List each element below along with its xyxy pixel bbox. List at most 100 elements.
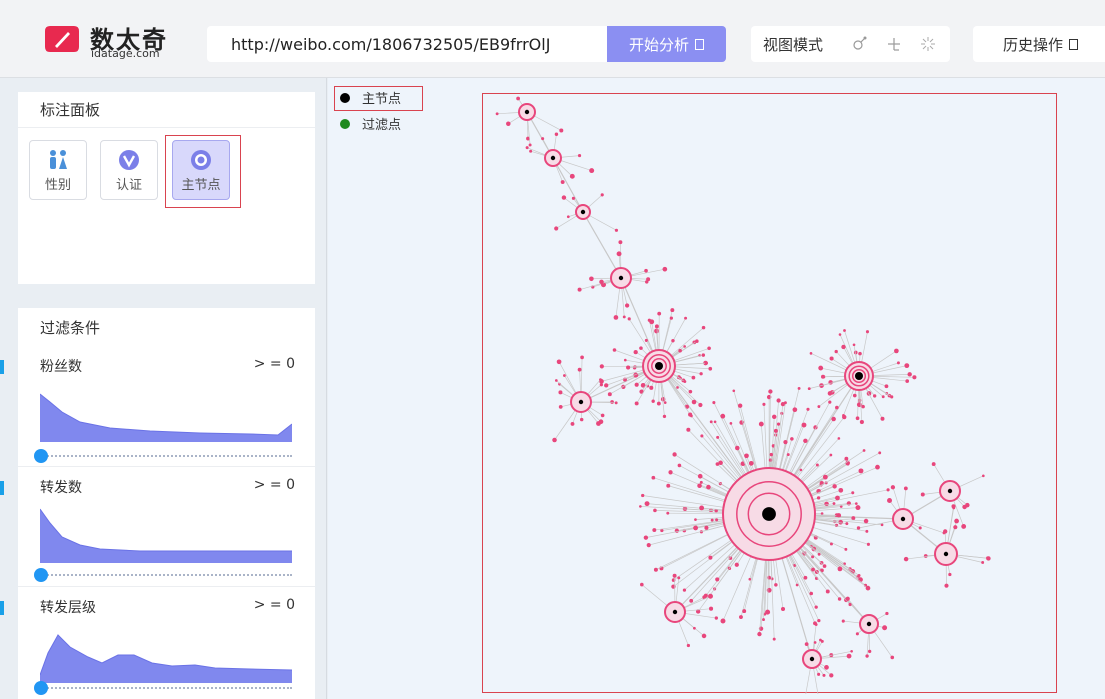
graph-leaf-node	[773, 428, 778, 433]
filter-name: 粉丝数	[40, 359, 82, 375]
graph-leaf-node	[809, 591, 814, 596]
graph-main-node	[655, 362, 663, 370]
legend-highlight	[334, 86, 423, 111]
graph-leaf-node	[858, 468, 864, 474]
gender-button[interactable]: 性别	[29, 140, 87, 200]
graph-leaf-node	[715, 577, 720, 582]
graph-leaf-node	[571, 196, 576, 200]
graph-leaf-node	[814, 623, 818, 626]
gender-label: 性别	[44, 178, 71, 193]
graph-leaf-node	[854, 502, 858, 505]
graph-leaf-node	[600, 193, 604, 197]
graph-leaf-node	[693, 626, 696, 630]
graph-leaf-node	[569, 173, 575, 179]
levels-slider-track[interactable]	[44, 687, 292, 691]
graph-leaf-node	[786, 453, 790, 457]
graph-leaf-node	[865, 585, 871, 591]
graph-leaf-node	[903, 486, 908, 491]
graph-frame	[482, 93, 1058, 699]
graph-leaf-node	[862, 449, 866, 452]
graph-leaf-node	[704, 361, 708, 365]
graph-leaf-node	[622, 315, 626, 319]
graph-leaf-node	[795, 583, 799, 587]
graph-main-node	[672, 609, 678, 615]
reposts-slider-knob[interactable]	[34, 568, 48, 582]
graph-leaf-node	[837, 566, 843, 572]
graph-leaf-node	[742, 609, 747, 614]
graph-leaf-node	[706, 484, 711, 490]
graph-leaf-node	[818, 365, 824, 371]
graph-main-node	[550, 155, 556, 161]
graph-leaf-node	[684, 316, 688, 320]
graph-leaf-node	[918, 526, 922, 530]
graph-leaf-node	[841, 344, 846, 350]
radial-layout-icon[interactable]	[911, 26, 945, 62]
verified-button[interactable]: 认证	[100, 140, 158, 200]
filter-value: > = 0	[253, 477, 295, 493]
graph-leaf-node	[734, 562, 739, 567]
graph-leaf-node	[599, 364, 604, 369]
graph-leaf-node	[866, 542, 870, 546]
fans-slider-knob[interactable]	[34, 449, 48, 463]
graph-leaf-node	[716, 435, 720, 439]
graph-leaf-node	[654, 324, 659, 329]
left-sidebar: 标注面板 性别 认证 主节点 过滤条件 粉丝数 > = 0 转发数 > = 0 …	[0, 78, 327, 699]
graph-leaf-node	[896, 361, 900, 365]
repost-network-graph[interactable]	[483, 94, 1058, 699]
graph-leaf-node	[865, 654, 869, 658]
graph-leaf-node	[662, 266, 668, 272]
graph-leaf-node	[710, 518, 714, 522]
graph-leaf-node	[884, 384, 889, 389]
graph-leaf-node	[644, 268, 648, 273]
graph-leaf-node	[824, 665, 829, 670]
graph-leaf-node	[704, 525, 709, 530]
graph-leaf-node	[868, 649, 872, 654]
graph-leaf-node	[865, 529, 869, 533]
graph-leaf-node	[944, 583, 949, 588]
graph-leaf-node	[881, 395, 885, 399]
graph-leaf-node	[666, 483, 671, 488]
graph-leaf-node	[554, 379, 558, 382]
fans-slider-track[interactable]	[44, 455, 292, 459]
graph-main-node	[900, 516, 906, 522]
url-input[interactable]	[207, 26, 607, 62]
filter-panel-title: 过滤条件	[40, 319, 101, 337]
analyze-button[interactable]: 开始分析	[607, 26, 726, 62]
logo-subtitle: idatage.com	[91, 47, 160, 60]
graph-leaf-node	[828, 400, 832, 404]
graph-leaf-node	[832, 502, 836, 505]
graph-leaf-node	[865, 330, 870, 334]
history-button[interactable]: 历史操作	[973, 26, 1105, 62]
graph-leaf-node	[894, 348, 899, 354]
graph-leaf-node	[837, 437, 841, 440]
graph-leaf-node	[729, 422, 733, 425]
graph-leaf-node	[776, 422, 781, 426]
graph-leaf-node	[855, 416, 860, 421]
levels-slider-knob[interactable]	[34, 681, 48, 695]
graph-leaf-node	[653, 567, 658, 572]
reposts-slider-track[interactable]	[44, 574, 292, 578]
verified-label: 认证	[115, 178, 142, 193]
graph-leaf-node	[639, 346, 643, 350]
filter-name: 转发层级	[40, 600, 96, 616]
graph-link-icon[interactable]	[843, 26, 877, 62]
graph-leaf-node	[772, 414, 777, 420]
graph-leaf-node	[769, 452, 773, 457]
graph-leaf-node	[570, 422, 575, 426]
graph-leaf-node	[614, 228, 619, 232]
graph-leaf-node	[596, 421, 601, 426]
graph-canvas-area[interactable]: 主节点 过滤点	[328, 78, 1105, 699]
graph-leaf-node	[903, 556, 909, 562]
graph-leaf-node	[666, 511, 670, 515]
graph-leaf-node	[649, 319, 655, 325]
logo-mark-icon	[45, 26, 79, 52]
filter-marker	[0, 601, 4, 615]
legend-filter-node[interactable]: 过滤点	[340, 114, 401, 133]
graph-leaf-node	[852, 343, 856, 347]
logo[interactable]: 数太奇 idatage.com	[44, 20, 174, 62]
graph-leaf-node	[676, 386, 679, 389]
graph-leaf-node	[841, 619, 845, 623]
tree-layout-icon[interactable]	[877, 26, 911, 62]
graph-leaf-node	[846, 653, 852, 659]
graph-leaf-node	[649, 385, 654, 390]
